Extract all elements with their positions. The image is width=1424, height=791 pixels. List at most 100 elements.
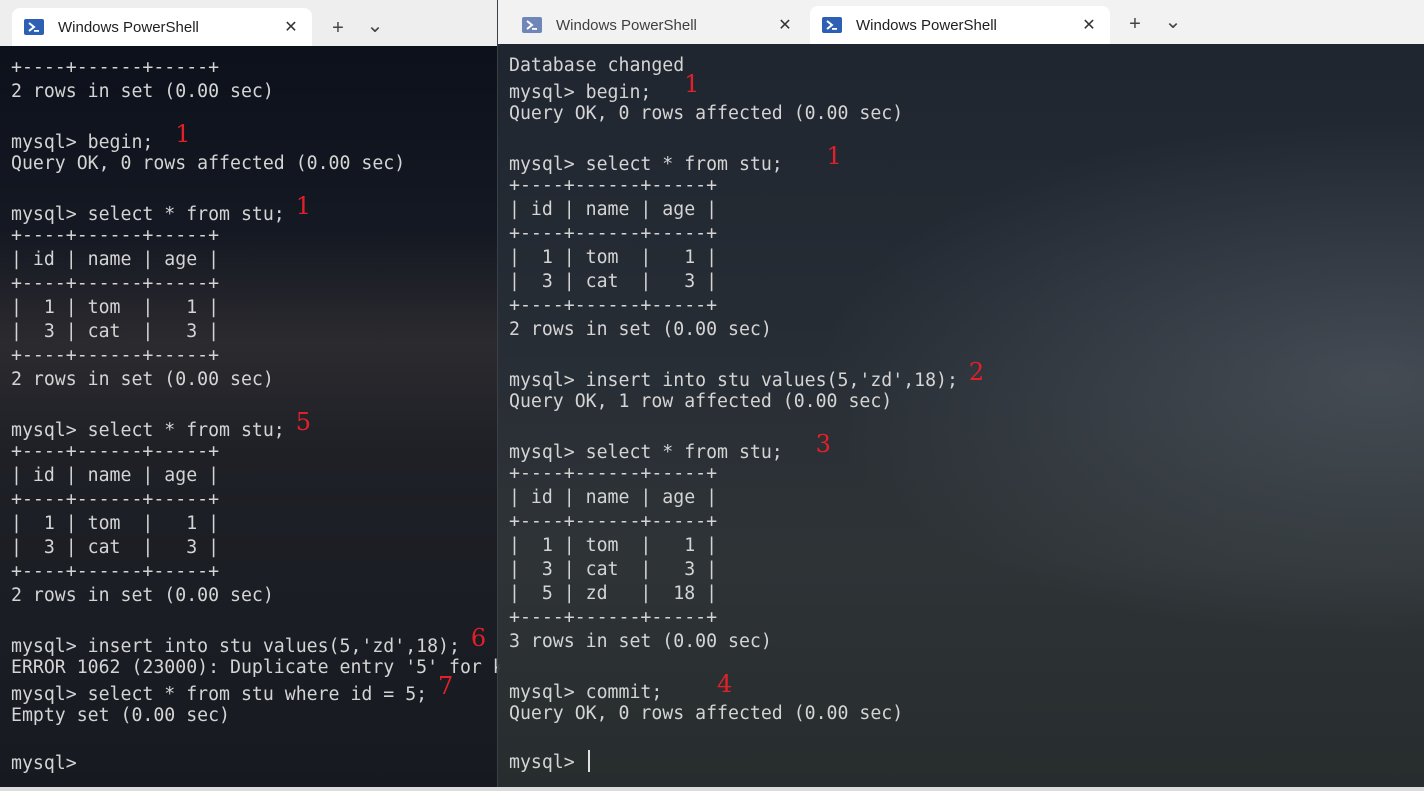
terminal-line: | 3 | cat | 3 | [509, 270, 984, 294]
chevron-down-icon[interactable]: ⌄ [362, 12, 388, 38]
terminal-line: Database changed [509, 54, 984, 78]
terminal-line: | 3 | cat | 3 | [509, 558, 984, 582]
terminal-lines: +----+------+-----+ 2 rows in set (0.00 s… [11, 56, 500, 776]
line-text: mysql> select * from stu where id = 5; [11, 684, 439, 705]
line-text: | 3 | cat | 3 | [509, 271, 718, 292]
line-text: +----+------+-----+ [11, 561, 220, 582]
step-annotation: 1 [684, 70, 700, 98]
terminal-line: | 1 | tom | 1 | [11, 512, 500, 536]
tab-powershell-1[interactable]: Windows PowerShell ✕ [510, 6, 806, 44]
step-annotation: 1 [826, 142, 842, 170]
terminal-line: mysql> select * from stu; 5 [11, 410, 500, 441]
terminal-line: | 1 | tom | 1 | [11, 296, 500, 320]
terminal-line: 2 rows in set (0.00 sec) [11, 368, 500, 392]
step-annotation: 6 [470, 624, 487, 652]
line-text: +----+------+-----+ [509, 175, 718, 196]
terminal-line: mysql> [509, 750, 984, 774]
line-text: Database changed [509, 55, 685, 76]
tab-title: Windows PowerShell [556, 16, 697, 34]
powershell-window-right: Windows PowerShell ✕ Windows PowerShell … [497, 0, 1424, 787]
line-text: mysql> select * from stu; [11, 420, 296, 441]
tab-powershell[interactable]: Windows PowerShell ✕ [12, 8, 312, 46]
terminal-line: mysql> select * from stu where id = 5; 7 [11, 674, 500, 705]
terminal-line: Query OK, 1 row affected (0.00 sec) [509, 390, 984, 414]
terminal-output[interactable]: Database changed mysql> begin; 1 Query OK,… [498, 44, 1424, 787]
line-text: | id | name | age | [509, 199, 718, 220]
terminal-line: +----+------+-----+ [509, 222, 984, 246]
chevron-down-icon[interactable]: ⌄ [1160, 8, 1186, 34]
desktop-edge [0, 787, 1424, 791]
close-icon[interactable]: ✕ [1080, 16, 1098, 34]
line-text: +----+------+-----+ [509, 295, 718, 316]
terminal-line: Query OK, 0 rows affected (0.00 sec) [509, 102, 984, 126]
step-annotation: 4 [717, 670, 733, 698]
terminal-line: ERROR 1062 (23000): Duplicate entry '5' … [11, 656, 500, 680]
line-text: | 1 | tom | 1 | [509, 535, 718, 556]
terminal-lines: Database changed mysql> begin; 1 Query OK,… [509, 54, 984, 774]
line-text: 2 rows in set (0.00 sec) [509, 319, 772, 340]
text-cursor [587, 750, 590, 772]
powershell-icon [822, 17, 842, 33]
terminal-line: 2 rows in set (0.00 sec) [11, 80, 500, 104]
terminal-line: mysql> begin; 1 [11, 122, 500, 153]
terminal-line: Empty set (0.00 sec) [11, 704, 500, 728]
terminal-line: mysql> begin; 1 [509, 72, 984, 103]
line-text: mysql> [11, 753, 88, 774]
terminal-line: 2 rows in set (0.00 sec) [11, 584, 500, 608]
line-text: mysql> [509, 752, 586, 773]
line-text: | 5 | zd | 18 | [509, 583, 718, 604]
line-text: 2 rows in set (0.00 sec) [11, 81, 274, 102]
line-text: 3 rows in set (0.00 sec) [509, 631, 772, 652]
close-icon[interactable]: ✕ [776, 16, 794, 34]
line-text: mysql> select * from stu; [509, 442, 816, 463]
line-text: | 3 | cat | 3 | [509, 559, 718, 580]
line-text: +----+------+-----+ [509, 607, 718, 628]
terminal-line: Query OK, 0 rows affected (0.00 sec) [509, 702, 984, 726]
line-text: +----+------+-----+ [11, 225, 220, 246]
tab-bar: Windows PowerShell ✕ Windows PowerShell … [498, 0, 1424, 44]
terminal-line: +----+------+-----+ [11, 56, 500, 80]
line-text: mysql> select * from stu; [11, 204, 296, 225]
line-text: mysql> begin; [509, 82, 685, 103]
step-annotation: 1 [175, 120, 191, 148]
terminal-output[interactable]: +----+------+-----+ 2 rows in set (0.00 s… [0, 46, 500, 791]
line-text: Query OK, 0 rows affected (0.00 sec) [11, 153, 406, 174]
terminal-line: | 3 | cat | 3 | [11, 536, 500, 560]
line-text: Empty set (0.00 sec) [11, 705, 230, 726]
plus-icon[interactable]: + [325, 15, 351, 41]
line-text: +----+------+-----+ [11, 489, 220, 510]
plus-icon[interactable]: + [1122, 11, 1148, 37]
terminal-line: mysql> select * from stu; 1 [11, 194, 500, 225]
terminal-line: | 1 | tom | 1 | [509, 246, 984, 270]
terminal-line: mysql> [11, 752, 500, 776]
terminal-line: | id | name | age | [11, 464, 500, 488]
line-text: | 1 | tom | 1 | [11, 297, 220, 318]
line-text: mysql> begin; [11, 132, 176, 153]
terminal-line: +----+------+-----+ [509, 510, 984, 534]
line-text: 2 rows in set (0.00 sec) [11, 369, 274, 390]
terminal-line: Query OK, 0 rows affected (0.00 sec) [11, 152, 500, 176]
line-text: mysql> commit; [509, 682, 718, 703]
line-text: | id | name | age | [509, 487, 718, 508]
line-text: | 3 | cat | 3 | [11, 321, 220, 342]
close-icon[interactable]: ✕ [282, 18, 300, 36]
terminal-line: mysql> commit; 4 [509, 672, 984, 703]
powershell-icon [522, 17, 542, 33]
line-text: +----+------+-----+ [11, 57, 220, 78]
terminal-line: +----+------+-----+ [509, 294, 984, 318]
terminal-line: | 3 | cat | 3 | [11, 320, 500, 344]
line-text: Query OK, 1 row affected (0.00 sec) [509, 391, 893, 412]
tab-powershell-2[interactable]: Windows PowerShell ✕ [810, 6, 1110, 44]
tab-title: Windows PowerShell [856, 16, 997, 34]
line-text: | 1 | tom | 1 | [11, 513, 220, 534]
terminal-line: +----+------+-----+ [509, 174, 984, 198]
line-text: | 1 | tom | 1 | [509, 247, 718, 268]
terminal-line: | 1 | tom | 1 | [509, 534, 984, 558]
terminal-line: +----+------+-----+ [11, 440, 500, 464]
step-annotation: 3 [815, 430, 831, 458]
step-annotation: 7 [438, 672, 454, 700]
